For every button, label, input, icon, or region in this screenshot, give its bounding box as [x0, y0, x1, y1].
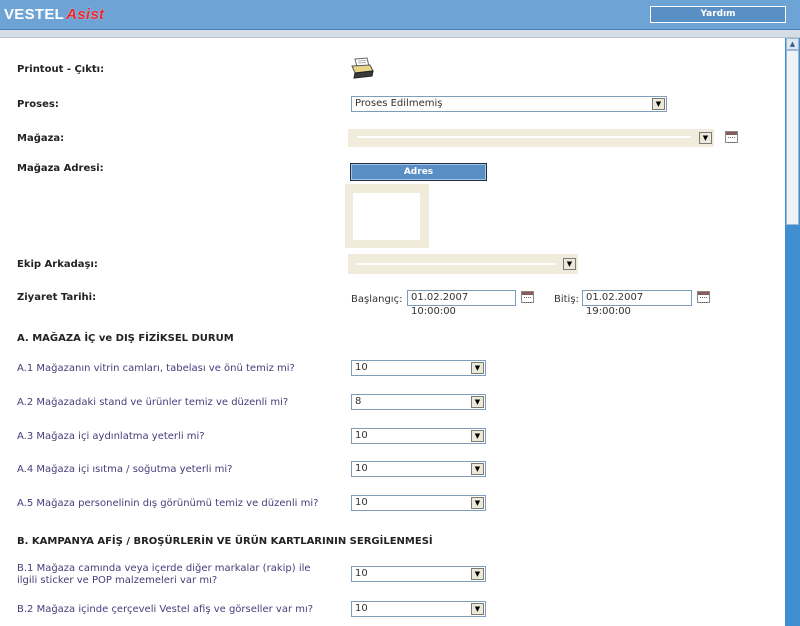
calendar-icon[interactable]	[697, 291, 710, 303]
proses-select-value: Proses Edilmemiş	[355, 98, 443, 109]
answer-a4-value: 10	[355, 463, 368, 474]
magaza-adresi-label: Mağaza Adresi:	[17, 163, 104, 174]
chevron-down-icon[interactable]: ▼	[563, 258, 576, 270]
vertical-scrollbar[interactable]: ▲	[785, 38, 800, 626]
logo-main: VESTEL	[4, 6, 65, 23]
section-b-title: B. KAMPANYA AFİŞ / BROŞÜRLERİN VE ÜRÜN K…	[17, 536, 433, 547]
question-b1-line1: B.1 Mağaza camında veya içerde diğer mar…	[17, 563, 311, 574]
section-a-title: A. MAĞAZA İÇ ve DIŞ FİZİKSEL DURUM	[17, 333, 234, 344]
answer-a1-value: 10	[355, 362, 368, 373]
bitis-label: Bitiş:	[554, 294, 579, 305]
bitis-date-input[interactable]: 01.02.2007 19:00:00	[582, 290, 692, 317]
top-bar: VESTEL Asist Yardım	[0, 0, 800, 30]
chevron-down-icon[interactable]: ▼	[471, 568, 484, 580]
answer-b2-value: 10	[355, 603, 368, 614]
printout-label: Printout - Çıktı:	[17, 64, 105, 75]
baslangic-date-input[interactable]: 01.02.2007 10:00:00	[407, 290, 516, 317]
question-b1-line2: ilgili sticker ve POP malzemeleri var mı…	[17, 575, 218, 586]
answer-b1-select[interactable]: 10 ▼	[351, 566, 486, 582]
question-a3: A.3 Mağaza içi aydınlatma yeterli mi?	[17, 431, 205, 442]
logo: VESTEL Asist	[4, 6, 104, 23]
proses-label: Proses:	[17, 99, 59, 110]
chevron-down-icon[interactable]: ▼	[471, 396, 484, 408]
ekip-select-value	[357, 263, 555, 265]
answer-a2-select[interactable]: 8 ▼	[351, 394, 486, 410]
question-b2: B.2 Mağaza içinde çerçeveli Vestel afiş …	[17, 604, 314, 615]
chevron-down-icon[interactable]: ▼	[471, 430, 484, 442]
chevron-down-icon[interactable]: ▼	[471, 463, 484, 475]
proses-select[interactable]: Proses Edilmemiş ▼	[351, 96, 667, 112]
baslangic-label: Başlangıç:	[351, 294, 403, 305]
answer-a3-value: 10	[355, 430, 368, 441]
answer-a5-select[interactable]: 10 ▼	[351, 495, 486, 511]
question-a4: A.4 Mağaza içi ısıtma / soğutma yeterli …	[17, 464, 233, 475]
chevron-down-icon[interactable]: ▼	[471, 497, 484, 509]
printer-icon[interactable]	[350, 57, 374, 79]
answer-b1-value: 10	[355, 568, 368, 579]
answer-b2-select[interactable]: 10 ▼	[351, 601, 486, 617]
answer-a5-value: 10	[355, 497, 368, 508]
sub-bar	[0, 30, 800, 38]
chevron-down-icon[interactable]: ▼	[699, 132, 712, 144]
help-button[interactable]: Yardım	[650, 6, 786, 23]
address-box	[345, 184, 429, 248]
logo-accent: Asist	[66, 6, 105, 23]
magaza-select-value	[357, 136, 691, 138]
calendar-icon[interactable]	[725, 131, 738, 143]
ekip-label: Ekip Arkadaşı:	[17, 259, 98, 270]
question-a5: A.5 Mağaza personelinin dış görünümü tem…	[17, 498, 319, 509]
answer-a3-select[interactable]: 10 ▼	[351, 428, 486, 444]
ziyaret-label: Ziyaret Tarihi:	[17, 292, 97, 303]
answer-a1-select[interactable]: 10 ▼	[351, 360, 486, 376]
ekip-select[interactable]: ▼	[348, 254, 578, 274]
chevron-down-icon[interactable]: ▼	[471, 603, 484, 615]
chevron-down-icon[interactable]: ▼	[652, 98, 665, 110]
scroll-up-arrow-icon[interactable]: ▲	[786, 38, 799, 50]
address-content	[353, 193, 420, 240]
calendar-icon[interactable]	[521, 291, 534, 303]
question-a1: A.1 Mağazanın vitrin camları, tabelası v…	[17, 363, 295, 374]
chevron-down-icon[interactable]: ▼	[471, 362, 484, 374]
question-a2: A.2 Mağazadaki stand ve ürünler temiz ve…	[17, 397, 289, 408]
answer-a2-value: 8	[355, 396, 362, 407]
scroll-thumb[interactable]	[786, 50, 799, 225]
answer-a4-select[interactable]: 10 ▼	[351, 461, 486, 477]
magaza-select[interactable]: ▼	[348, 129, 714, 147]
magaza-label: Mağaza:	[17, 133, 65, 144]
adres-button[interactable]: Adres	[350, 163, 487, 181]
